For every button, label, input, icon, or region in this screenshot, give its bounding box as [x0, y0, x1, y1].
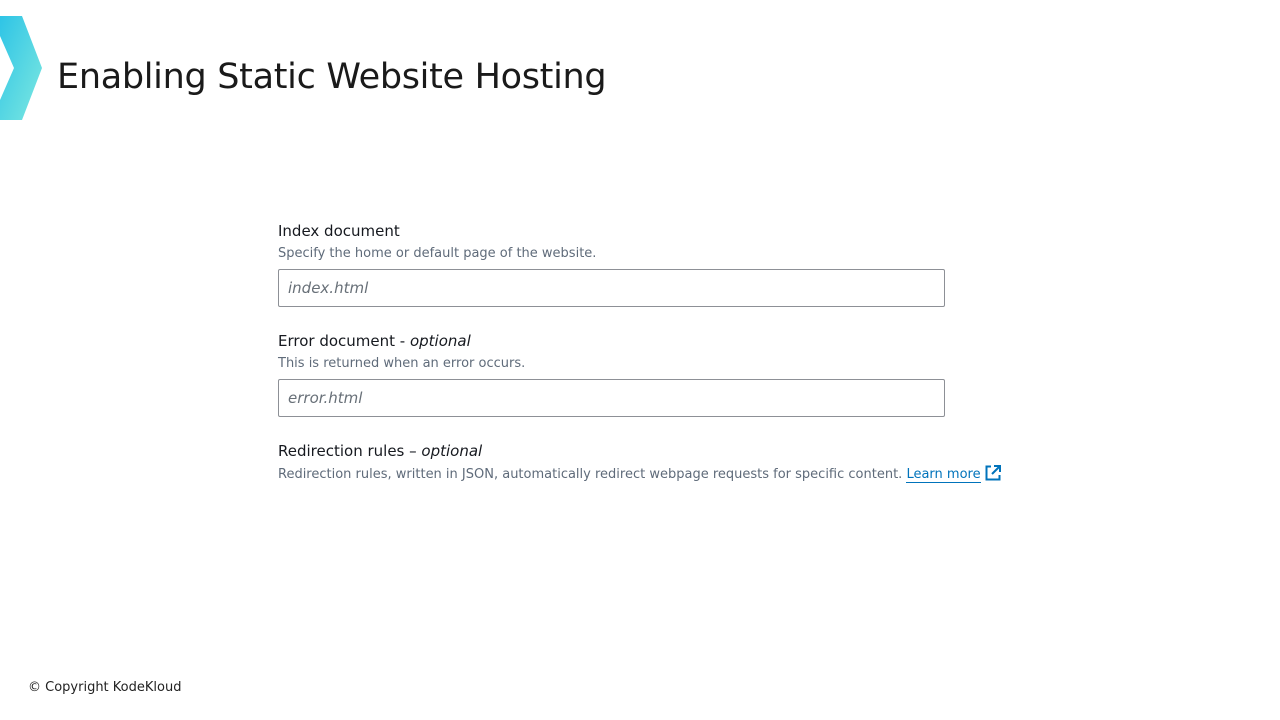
redirection-rules-optional: optional [421, 442, 483, 460]
slide: Enabling Static Website Hosting Index do… [0, 0, 1280, 720]
index-document-input[interactable] [278, 269, 945, 307]
redirection-rules-group: Redirection rules – optional Redirection… [278, 440, 1001, 485]
error-document-label-text: Error document - [278, 332, 410, 350]
redirection-rules-description-text: Redirection rules, written in JSON, auto… [278, 467, 907, 482]
error-document-label: Error document - optional [278, 330, 998, 352]
index-document-group: Index document Specify the home or defau… [278, 220, 998, 307]
index-document-description: Specify the home or default page of the … [278, 246, 597, 261]
chevron-right-icon [0, 16, 42, 120]
redirection-rules-description: Redirection rules, written in JSON, auto… [278, 464, 1001, 485]
index-document-label: Index document [278, 222, 400, 240]
page-title: Enabling Static Website Hosting [57, 57, 607, 97]
external-link-icon[interactable] [984, 464, 1002, 482]
error-document-group: Error document - optional This is return… [278, 330, 998, 417]
error-document-optional: optional [409, 332, 471, 350]
redirection-rules-label-text: Redirection rules – [278, 442, 422, 460]
redirection-rules-label: Redirection rules – optional [278, 440, 998, 462]
learn-more-link[interactable]: Learn more [906, 467, 981, 483]
error-document-input[interactable] [278, 379, 945, 417]
error-document-description: This is returned when an error occurs. [278, 356, 526, 371]
copyright: © Copyright KodeKloud [28, 680, 182, 695]
static-hosting-form: Index document Specify the home or defau… [278, 220, 1001, 485]
